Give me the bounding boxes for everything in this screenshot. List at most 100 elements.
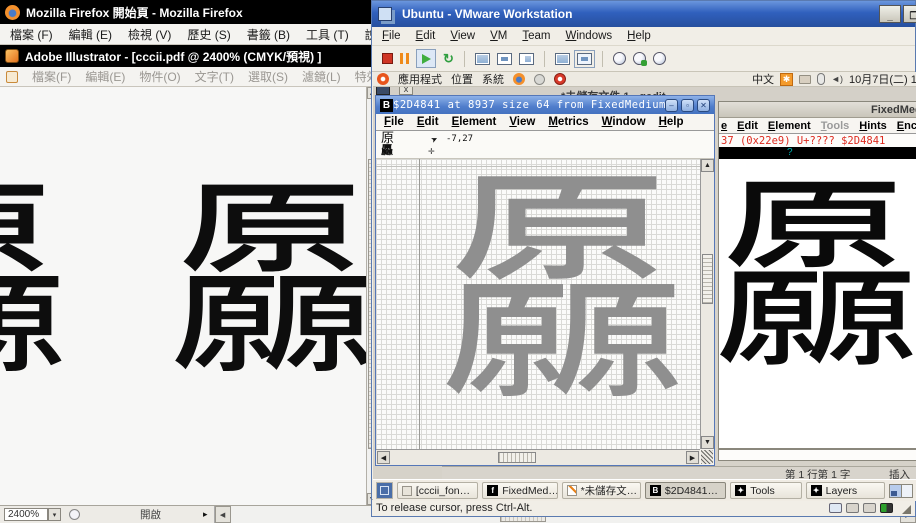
status-label[interactable]: 開啟: [140, 507, 161, 522]
vmware-menu-view[interactable]: View: [450, 30, 475, 42]
firefox-menu-edit[interactable]: 編輯 (E): [69, 26, 112, 43]
glyph-menu-window[interactable]: Window: [602, 116, 646, 128]
quick-switch-icon[interactable]: [519, 53, 534, 65]
firefox-menu-file[interactable]: 檔案 (F): [10, 26, 53, 43]
minimize-button[interactable]: –: [665, 99, 678, 112]
vmware-menu-team[interactable]: Team: [522, 30, 550, 42]
scroll-up-icon[interactable]: ▲: [701, 159, 714, 172]
illustrator-menu-select[interactable]: 選取(S): [248, 68, 288, 85]
scrollbar-thumb[interactable]: [498, 452, 536, 463]
fontview-menu-file[interactable]: e: [721, 120, 727, 132]
scim-input-icon[interactable]: ✱: [780, 73, 793, 86]
taskbar-item-fixedmedium[interactable]: f FixedMed…: [482, 482, 557, 499]
glyph-vertical-scrollbar[interactable]: ▲ ▼: [700, 159, 714, 449]
workspace-2[interactable]: [901, 485, 912, 497]
help-lifebuoy-icon[interactable]: [554, 73, 566, 85]
volume-icon[interactable]: ◄): [831, 74, 843, 84]
power-on-button[interactable]: [416, 49, 436, 68]
printer-icon[interactable]: [799, 75, 811, 84]
close-button[interactable]: ✕: [697, 99, 710, 112]
fontview-menu-tools[interactable]: Tools: [821, 120, 850, 132]
firefox-menu-tools[interactable]: 工具 (T): [306, 26, 349, 43]
scroll-down-icon[interactable]: ▼: [701, 436, 714, 449]
applications-menu[interactable]: 應用程式: [398, 72, 442, 87]
glyph-menu-metrics[interactable]: Metrics: [548, 116, 588, 128]
scroll-right-icon[interactable]: ▶: [686, 451, 699, 464]
illustrator-menu-type[interactable]: 文字(T): [195, 68, 234, 85]
vmware-menu-windows[interactable]: Windows: [566, 30, 613, 42]
vmware-menu-file[interactable]: File: [382, 30, 401, 42]
workspace-switcher[interactable]: [889, 484, 913, 498]
workspace-1[interactable]: [890, 485, 901, 497]
illustrator-menu-file[interactable]: 檔案(F): [32, 68, 71, 85]
fontview-menu-edit[interactable]: Edit: [737, 120, 758, 132]
illustrator-menu-filter[interactable]: 濾鏡(L): [302, 68, 341, 85]
suspend-icon[interactable]: [400, 53, 409, 64]
glyph-horizontal-scrollbar[interactable]: ◀ ▶: [376, 449, 700, 465]
summary-view-icon[interactable]: [555, 53, 570, 65]
network-adapter-icon[interactable]: [880, 503, 893, 513]
places-menu[interactable]: 位置: [451, 72, 473, 87]
power-off-icon[interactable]: [382, 53, 393, 64]
vmware-menu-help[interactable]: Help: [627, 30, 651, 42]
glyph-menu-help[interactable]: Help: [659, 116, 684, 128]
vmware-menu-vm[interactable]: VM: [490, 30, 507, 42]
console-tab-icon[interactable]: [577, 53, 592, 65]
glyph-cell[interactable]: 厵: [719, 159, 916, 450]
fullscreen-icon[interactable]: [497, 53, 512, 65]
floppy-icon[interactable]: [863, 503, 876, 513]
glyph-menu-element[interactable]: Element: [452, 116, 497, 128]
zoom-level-field[interactable]: 2400%: [4, 508, 48, 521]
system-menu[interactable]: 系統: [482, 72, 504, 87]
scroll-left-icon[interactable]: ◀: [377, 451, 390, 464]
taskbar-item-glyph-editor[interactable]: B $2D4841…: [645, 482, 726, 499]
glyph-menu-edit[interactable]: Edit: [417, 116, 439, 128]
fontview-menu-hints[interactable]: Hints: [859, 120, 887, 132]
show-desktop-icon[interactable]: [376, 482, 393, 499]
taskbar-item-gedit[interactable]: *未儲存文…: [562, 482, 641, 499]
illustrator-menu-object[interactable]: 物件(O): [139, 68, 180, 85]
illustrator-menu-edit[interactable]: 編輯(E): [85, 68, 125, 85]
fontview-menu-encoding[interactable]: Encoding: [897, 120, 916, 132]
resize-grip-icon[interactable]: [902, 505, 911, 514]
update-notifier-icon[interactable]: [534, 74, 545, 85]
bitmap-grid-canvas[interactable]: 厵: [376, 159, 700, 449]
panel-clock[interactable]: 10月7日(二) 12:: [849, 72, 916, 87]
snapshot-icon[interactable]: [613, 52, 626, 65]
taskbar-item-cccii[interactable]: [cccii_fon…: [397, 482, 478, 499]
vmware-menu-edit[interactable]: Edit: [416, 30, 436, 42]
reset-icon[interactable]: ↻: [443, 52, 454, 65]
gedit-icon: [567, 485, 577, 496]
minimize-button[interactable]: _: [879, 5, 901, 23]
ubuntu-logo-icon[interactable]: [377, 73, 389, 85]
editing-glyph-bitmap[interactable]: 厵: [438, 165, 688, 415]
fontview-titlebar[interactable]: FixedMed: [719, 102, 916, 118]
fontview-menu-element[interactable]: Element: [768, 120, 811, 132]
glyph-editor-titlebar[interactable]: B $2D4841 at 8937 size 64 from FixedMedi…: [376, 96, 714, 114]
hard-disk-icon[interactable]: [829, 503, 842, 513]
glyph-menu-view[interactable]: View: [509, 116, 535, 128]
glyph-menu-file[interactable]: File: [384, 116, 404, 128]
taskbar-item-tools[interactable]: ✦ Tools: [730, 482, 801, 499]
firefox-launcher-icon[interactable]: [513, 73, 525, 85]
taskbar-item-layers[interactable]: ✦ Layers: [806, 482, 885, 499]
maximize-button[interactable]: ▫: [681, 99, 694, 112]
status-flyout-icon[interactable]: ▸: [203, 509, 208, 520]
scrollbar-thumb[interactable]: [702, 254, 713, 304]
corner-tool-icon[interactable]: [701, 450, 713, 464]
snapshot-manager-icon[interactable]: [653, 52, 666, 65]
fontview-glyph: 厵: [719, 173, 916, 381]
mouse-settings-icon[interactable]: [817, 73, 825, 85]
vmware-titlebar[interactable]: Ubuntu - VMware Workstation _ ❐: [372, 1, 915, 27]
console-view-icon[interactable]: [475, 53, 490, 65]
revert-snapshot-icon[interactable]: [633, 52, 646, 65]
cd-rom-icon[interactable]: [846, 503, 859, 513]
firefox-menu-bookmarks[interactable]: 書籤 (B): [247, 26, 290, 43]
vm-guest-screen: 應用程式 位置 系統 中文 ✱ ◄) 10月7日(二) 12: x *未儲: [373, 72, 916, 501]
language-indicator[interactable]: 中文: [752, 72, 774, 87]
firefox-menu-view[interactable]: 檢視 (V): [128, 26, 171, 43]
scroll-left-icon[interactable]: ◀: [215, 506, 231, 523]
firefox-menu-history[interactable]: 歷史 (S): [187, 26, 230, 43]
maximize-button[interactable]: ❐: [903, 5, 916, 23]
zoom-dropdown-button[interactable]: ▾: [48, 508, 61, 521]
